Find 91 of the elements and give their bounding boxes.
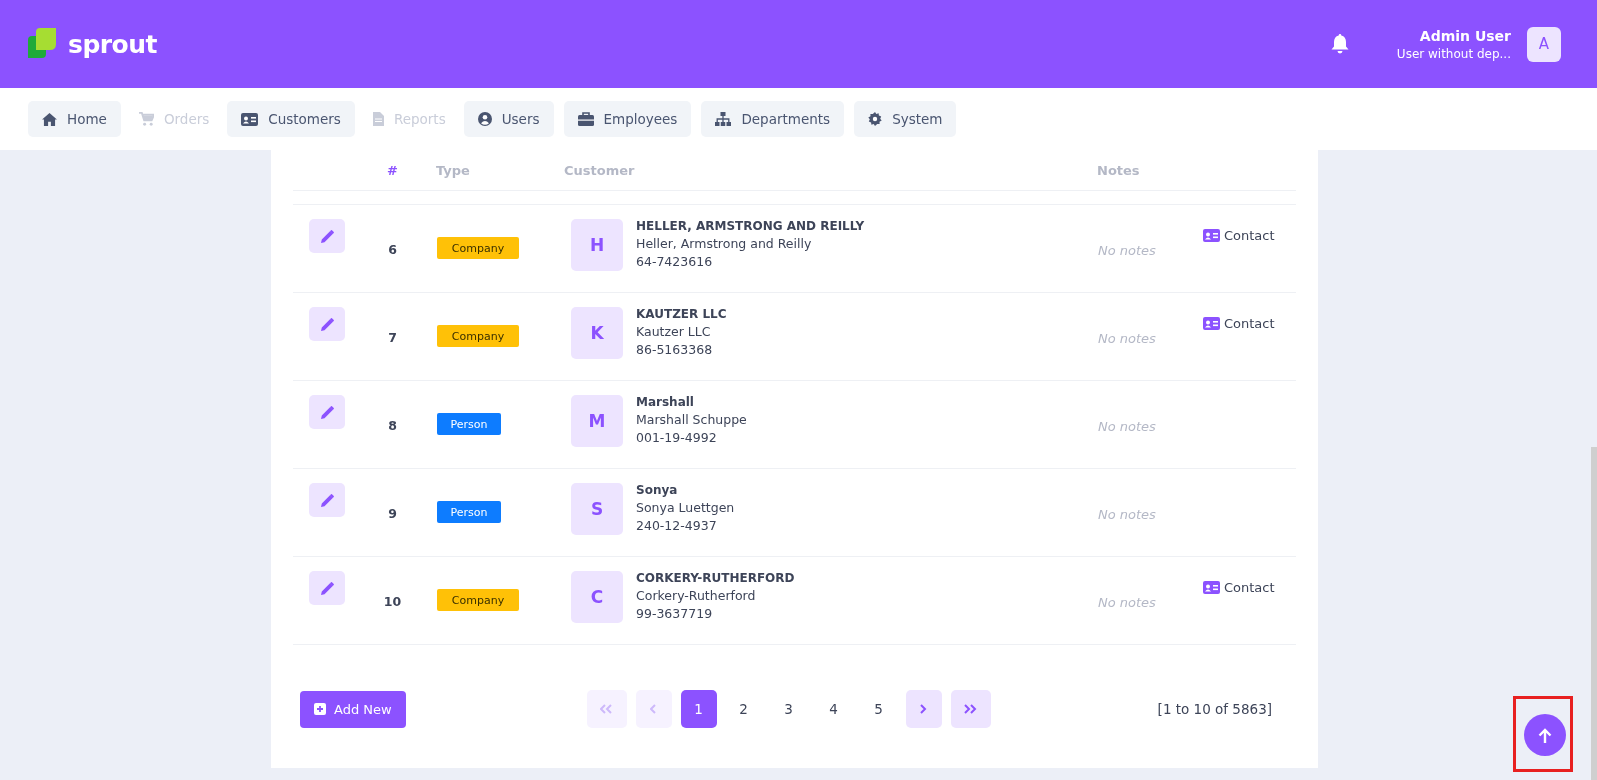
- page-button[interactable]: 3: [770, 690, 807, 728]
- double-chevron-left-icon: [600, 704, 614, 714]
- user-name: Admin User: [1419, 27, 1511, 44]
- page-button[interactable]: 1: [680, 690, 717, 728]
- id-card-icon: [1203, 581, 1220, 594]
- add-new-button[interactable]: Add New: [300, 690, 406, 728]
- arrow-up-icon: [1538, 727, 1552, 743]
- customer-avatar: M: [571, 395, 623, 447]
- customer-phone: 86-5163368: [636, 342, 714, 357]
- page-button[interactable]: 4: [815, 690, 852, 728]
- range-text: [1 to 10 of 5863]: [1157, 701, 1272, 717]
- customer-avatar: C: [571, 571, 623, 623]
- row-number: 6: [387, 241, 398, 259]
- pencil-icon: [320, 581, 334, 595]
- nav-tab[interactable]: Departments: [701, 101, 845, 137]
- last-page-button[interactable]: [950, 690, 991, 728]
- customer-title: Marshall: [636, 395, 695, 409]
- customer-name: Sonya Luettgen: [636, 500, 735, 515]
- pencil-icon: [320, 493, 334, 507]
- type-tag: Company: [437, 237, 519, 259]
- type-tag: Person: [437, 413, 501, 435]
- customer-name: Marshall Schuppe: [636, 412, 747, 427]
- customer-phone: 001-19-4992: [636, 430, 718, 445]
- column-header: Type: [435, 162, 471, 178]
- edit-button[interactable]: [309, 571, 345, 605]
- customer-name: Heller, Armstrong and Reilly: [636, 236, 813, 251]
- customer-avatar: K: [571, 307, 623, 359]
- customer-title: Sonya: [636, 483, 679, 497]
- row-number: 9: [387, 505, 398, 523]
- row-number: 7: [387, 329, 398, 347]
- bell-icon[interactable]: [1330, 34, 1349, 54]
- app-logo[interactable]: sprout: [68, 29, 158, 59]
- cart-icon: [138, 112, 154, 126]
- pencil-icon: [320, 229, 334, 243]
- customer-name: Corkery-Rutherford: [636, 588, 757, 603]
- customer-name: Kautzer LLC: [636, 324, 712, 339]
- nav-tab[interactable]: Customers: [227, 101, 355, 137]
- customer-avatar: S: [571, 483, 623, 535]
- pencil-icon: [320, 405, 334, 419]
- customer-title: KAUTZER LLC: [636, 307, 727, 321]
- type-tag: Company: [437, 589, 519, 611]
- nav-tab[interactable]: Home: [28, 101, 121, 137]
- user-circle-icon: [477, 112, 492, 126]
- id-card-icon: [1203, 317, 1220, 330]
- page-button[interactable]: 2: [725, 690, 762, 728]
- column-header: Customer: [564, 162, 636, 178]
- scroll-top-button[interactable]: [1524, 714, 1566, 756]
- edit-button[interactable]: [309, 307, 345, 341]
- edit-button[interactable]: [309, 219, 345, 253]
- customer-phone: 64-7423616: [636, 254, 714, 269]
- customer-phone: 99-3637719: [636, 606, 714, 621]
- row-number: 10: [382, 593, 403, 611]
- notes-text: No notes: [1097, 418, 1157, 436]
- notes-text: No notes: [1097, 506, 1157, 524]
- double-chevron-right-icon: [964, 704, 978, 714]
- column-header: Notes: [1096, 162, 1141, 178]
- row-number: 8: [387, 417, 398, 435]
- scrollbar-thumb[interactable]: [1591, 447, 1597, 780]
- settings-icon: [868, 112, 883, 126]
- notes-text: No notes: [1097, 594, 1157, 612]
- nav-tab[interactable]: System: [854, 101, 957, 137]
- contact-link[interactable]: Contact: [1203, 228, 1275, 243]
- customer-phone: 240-12-4937: [636, 518, 718, 533]
- nav-tab[interactable]: Employees: [563, 101, 692, 137]
- customer-avatar: H: [571, 219, 623, 271]
- chevron-right-icon: [920, 704, 928, 714]
- user-role: User without dep...: [1396, 46, 1511, 61]
- customer-title: HELLER, ARMSTRONG AND REILLY: [636, 219, 865, 233]
- notes-text: No notes: [1097, 242, 1157, 260]
- contact-link[interactable]: Contact: [1203, 316, 1275, 331]
- logo-icon: [28, 28, 58, 60]
- home-icon: [42, 112, 57, 126]
- id-card-icon: [1203, 229, 1220, 242]
- user-avatar[interactable]: A: [1527, 26, 1561, 62]
- briefcase-icon: [577, 112, 594, 126]
- contact-link[interactable]: Contact: [1203, 580, 1275, 595]
- chevron-left-icon: [650, 704, 658, 714]
- edit-button[interactable]: [309, 395, 345, 429]
- column-header: #: [386, 162, 399, 178]
- id-card-icon: [241, 112, 259, 126]
- plus-icon: [314, 703, 326, 715]
- pencil-icon: [320, 317, 334, 331]
- document-icon: [372, 112, 384, 126]
- nav-tab[interactable]: Users: [463, 101, 554, 137]
- type-tag: Company: [437, 325, 519, 347]
- type-tag: Person: [437, 501, 501, 523]
- sitemap-icon: [715, 112, 732, 126]
- page-button[interactable]: 5: [860, 690, 897, 728]
- customer-title: CORKERY-RUTHERFORD: [636, 571, 795, 585]
- edit-button[interactable]: [309, 483, 345, 517]
- notes-text: No notes: [1097, 330, 1157, 348]
